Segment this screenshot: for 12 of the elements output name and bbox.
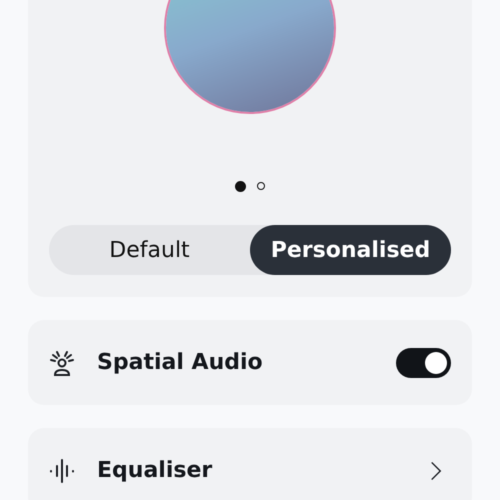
chevron-right-icon [430, 460, 442, 482]
sound-wave-icon [48, 456, 76, 484]
page-dot[interactable] [257, 182, 265, 190]
toggle-switch[interactable] [396, 348, 451, 378]
segment-tab[interactable]: Default [49, 225, 250, 275]
setting-label: Spatial Audio [97, 350, 264, 375]
setting-label: Equaliser [97, 458, 214, 483]
person-waves-icon [48, 348, 76, 376]
setting-row[interactable]: Spatial Audio [28, 320, 472, 405]
setting-row[interactable]: Equaliser [28, 428, 472, 500]
page-dot[interactable] [235, 180, 246, 192]
segment-tab[interactable]: Personalised [250, 225, 451, 275]
